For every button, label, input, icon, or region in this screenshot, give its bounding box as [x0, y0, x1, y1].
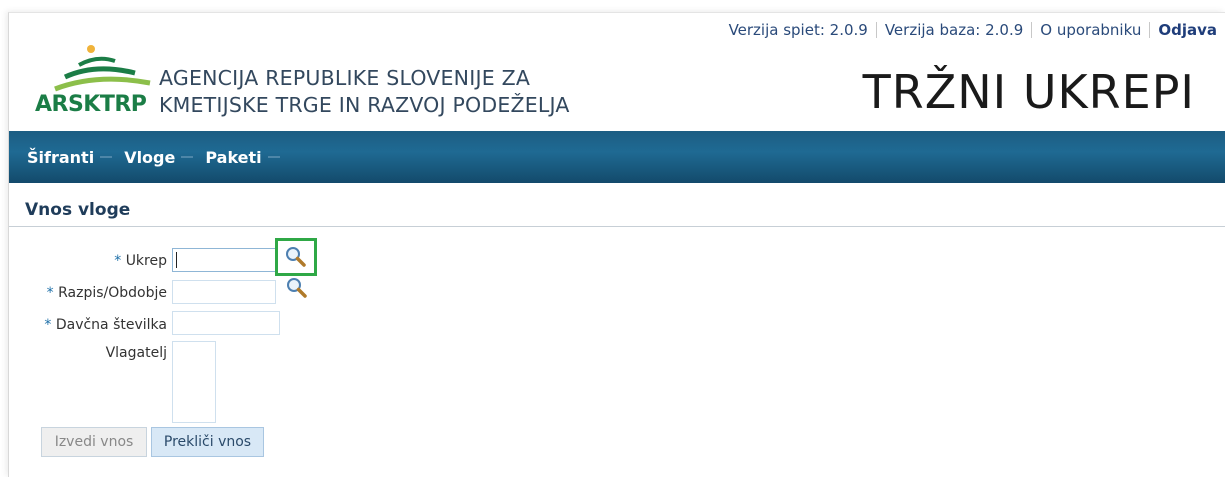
davcna-input[interactable] — [172, 311, 280, 335]
cancel-button[interactable]: Prekliči vnos — [151, 427, 264, 457]
razpis-label: * Razpis/Obdobje — [17, 285, 167, 301]
vlagatelj-label-text: Vlagatelj — [105, 345, 167, 361]
top-links: Verzija spiet: 2.0.9 Verzija baza: 2.0.9… — [721, 19, 1225, 41]
required-mark: * — [46, 285, 54, 301]
razpis-search-button[interactable] — [284, 275, 310, 301]
nav-item-sifranti[interactable]: Šifranti — [27, 147, 113, 167]
nav-item-label: Paketi — [205, 147, 262, 167]
razpis-label-text: Razpis/Obdobje — [58, 285, 167, 301]
ukrep-input[interactable] — [172, 248, 276, 272]
nav-separator — [181, 156, 194, 158]
search-icon — [287, 278, 307, 298]
nav-item-paketi[interactable]: Paketi — [205, 147, 280, 167]
razpis-input[interactable] — [172, 280, 276, 304]
vlagatelj-textarea[interactable] — [172, 341, 216, 423]
davcna-label: * Davčna številka — [17, 317, 167, 333]
search-icon — [286, 247, 306, 267]
link-about-user[interactable]: O uporabniku — [1032, 21, 1149, 39]
section-header: Vnos vloge — [9, 194, 1225, 227]
main-nav: Šifranti Vloge Paketi — [9, 131, 1225, 183]
ukrep-search-button[interactable] — [275, 238, 317, 276]
nav-item-label: Šifranti — [27, 147, 95, 167]
text-caret — [176, 252, 177, 268]
link-version-db[interactable]: Verzija baza: 2.0.9 — [877, 21, 1031, 39]
davcna-label-text: Davčna številka — [55, 317, 167, 333]
page-title: Vnos vloge — [25, 200, 131, 220]
agency-line-2: KMETIJSKE TRGE IN RAZVOJ PODEŽELJA — [159, 93, 570, 117]
agency-name: AGENCIJA REPUBLIKE SLOVENIJE ZA KMETIJSK… — [159, 65, 570, 119]
required-mark: * — [44, 317, 52, 333]
vlagatelj-label: Vlagatelj — [17, 345, 167, 361]
required-mark: * — [114, 253, 122, 269]
agency-line-1: AGENCIJA REPUBLIKE SLOVENIJE ZA — [159, 66, 531, 90]
link-version-web[interactable]: Verzija spiet: 2.0.9 — [721, 21, 876, 39]
nav-item-vloge[interactable]: Vloge — [124, 147, 194, 167]
nav-separator — [100, 156, 113, 158]
nav-item-label: Vloge — [124, 147, 176, 167]
submit-button[interactable]: Izvedi vnos — [41, 427, 147, 457]
ukrep-label-text: Ukrep — [125, 253, 167, 269]
ukrep-label: * Ukrep — [17, 253, 167, 269]
link-logout[interactable]: Odjava — [1150, 21, 1225, 39]
app-window: Verzija spiet: 2.0.9 Verzija baza: 2.0.9… — [8, 12, 1225, 477]
nav-separator — [267, 156, 280, 158]
app-title: TRŽNI UKREPI — [862, 65, 1195, 119]
logo-text: ARSKTRP — [35, 92, 147, 117]
